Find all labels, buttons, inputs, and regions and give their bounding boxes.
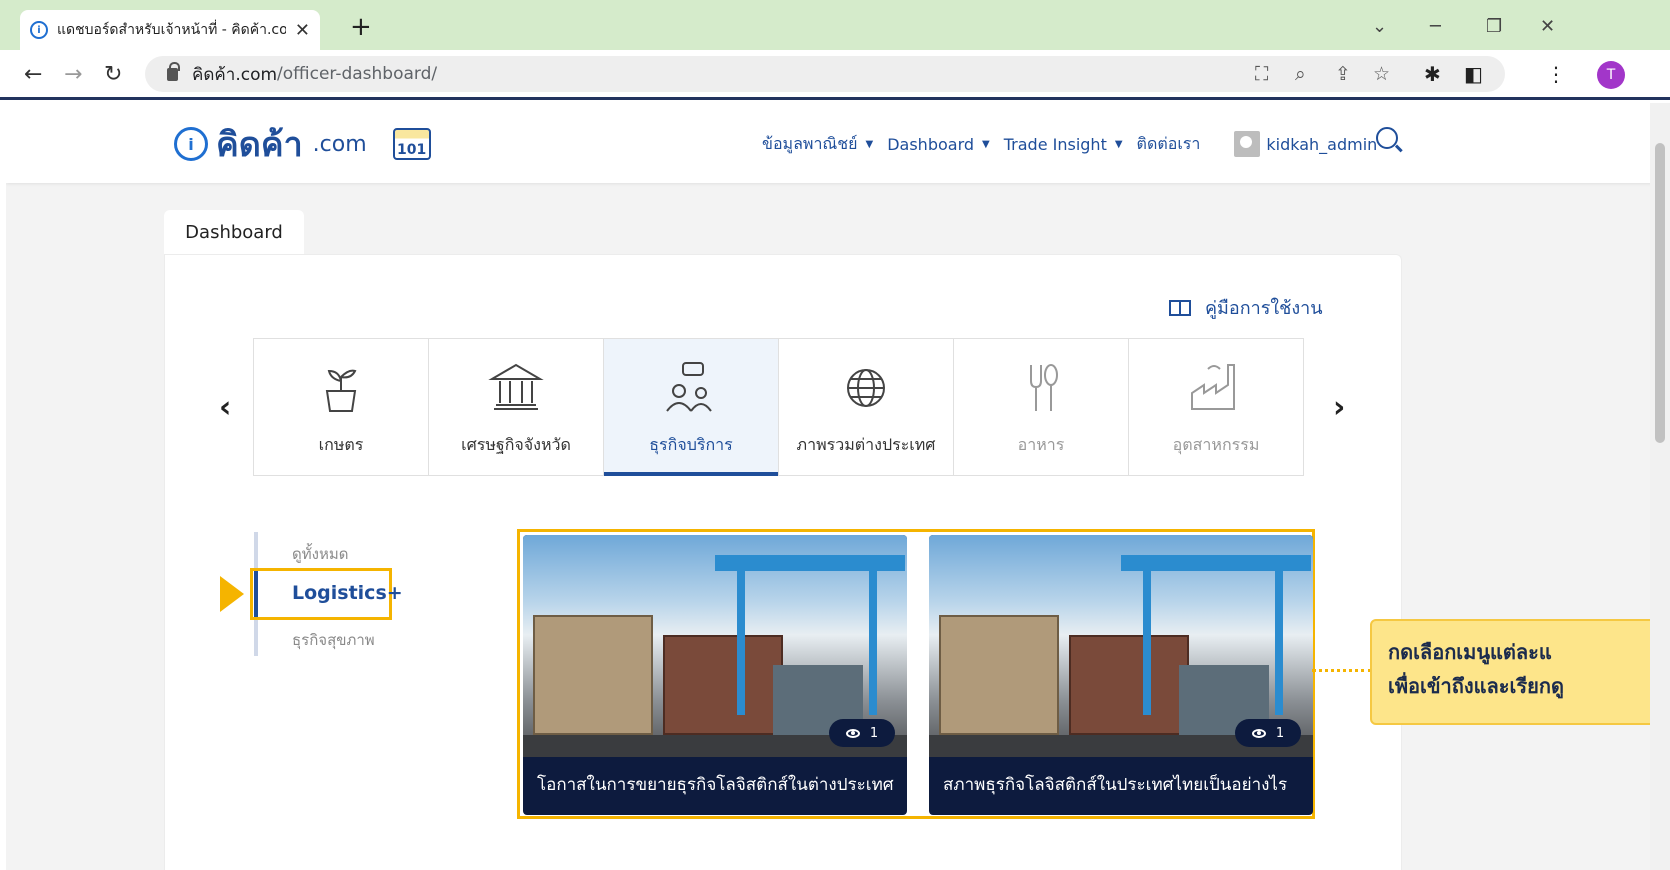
share-icon[interactable]: ⇪: [1335, 63, 1351, 85]
category-service-business[interactable]: ธุรกิจบริการ: [603, 338, 779, 476]
category-industry[interactable]: อุตสาหกรรม: [1128, 338, 1304, 476]
bookmark-star-icon[interactable]: ☆: [1373, 63, 1390, 85]
people-chat-icon: [666, 362, 712, 412]
view-count: 1: [1275, 725, 1285, 741]
site-favicon-icon: i: [30, 21, 48, 39]
callout-connector: [1312, 669, 1372, 672]
category-label: อุตสาหกรรม: [1172, 435, 1260, 454]
url-path: /officer-dashboard/: [277, 64, 438, 84]
carousel-prev-icon[interactable]: ‹: [219, 390, 231, 425]
government-building-icon: [488, 363, 544, 410]
category-label: ภาพรวมต่างประเทศ: [796, 435, 936, 454]
page-viewport: i คิดค้า .com 101 ข้อมูลพาณิชย์ ▼ Dashboa…: [6, 103, 1660, 870]
profile-avatar[interactable]: T: [1597, 61, 1625, 89]
category-label: ธุรกิจบริการ: [649, 435, 733, 454]
url-domain: คิดค้า.com: [192, 64, 278, 85]
main-nav: ข้อมูลพาณิชย์ ▼ Dashboard ▼ Trade Insight ▼…: [762, 131, 1377, 157]
subnav-item-logistics[interactable]: Logistics+: [292, 582, 403, 604]
nav-label: Dashboard: [887, 134, 975, 154]
close-window-icon[interactable]: ✕: [1540, 16, 1555, 37]
side-panel-icon[interactable]: ◧: [1464, 62, 1483, 86]
callout-line-1: กดเลือกเมนูแต่ละแ: [1388, 640, 1552, 664]
view-count: 1: [869, 725, 879, 741]
caret-down-icon: ▼: [982, 138, 990, 150]
category-food[interactable]: อาหาร: [953, 338, 1129, 476]
category-label: เกษตร: [318, 435, 364, 454]
instruction-callout: กดเลือกเมนูแต่ละแ เพื่อเข้าถึงและเรียกดู: [1370, 619, 1660, 725]
user-manual-link[interactable]: คู่มือการใช้งาน: [1169, 293, 1323, 322]
browser-menu-icon[interactable]: ⋮: [1546, 62, 1566, 86]
extensions-puzzle-icon[interactable]: ✱: [1424, 62, 1441, 86]
logo-suffix: .com: [312, 131, 367, 157]
nav-label: Trade Insight: [1003, 134, 1107, 154]
logo-text: คิดค้า: [216, 125, 303, 165]
new-tab-icon[interactable]: +: [350, 14, 372, 40]
factory-icon: [1191, 364, 1235, 410]
scrollbar-thumb[interactable]: [1655, 143, 1665, 443]
nav-label: ติดต่อเรา: [1136, 133, 1201, 153]
category-carousel: เกษตร เศรษฐกิจจังหวัด ธุรกิจบริการ ภาพรว…: [253, 338, 1304, 476]
callout-line-2: เพื่อเข้าถึงและเรียกดู: [1388, 674, 1564, 698]
highlighted-cards-frame: 1 โอกาสในการขยายธุรกิจโลจิสติกส์ในต่างปร…: [517, 529, 1315, 819]
avatar: [1234, 131, 1261, 157]
reload-icon[interactable]: ↻: [104, 62, 122, 87]
category-label: อาหาร: [1017, 435, 1065, 454]
nav-item-contact[interactable]: ติดต่อเรา: [1137, 132, 1201, 157]
globe-icon: [847, 369, 885, 407]
minimize-icon[interactable]: ─: [1430, 16, 1441, 37]
username: kidkah_admin: [1266, 134, 1378, 154]
translate-icon[interactable]: ⛶: [1255, 63, 1268, 85]
site-logo[interactable]: i คิดค้า .com 101: [174, 117, 431, 171]
plant-icon: [325, 369, 357, 412]
nav-item-dashboard[interactable]: Dashboard ▼: [887, 135, 990, 154]
forward-icon[interactable]: →: [64, 62, 82, 87]
address-bar-row: ← → ↻ คิดค้า.com /officer-dashboard/ ⛶ ⌕…: [0, 50, 1670, 100]
nav-label: ข้อมูลพาณิชย์: [762, 133, 858, 153]
zoom-icon[interactable]: ⌕: [1295, 63, 1306, 85]
page-scrollbar[interactable]: [1650, 103, 1670, 870]
tab-title: แดชบอร์ดสำหรับเจ้าหน้าที่ - คิดค้า.com: [57, 22, 286, 38]
category-foreign-overview[interactable]: ภาพรวมต่างประเทศ: [778, 338, 954, 476]
browser-tab-strip: i แดชบอร์ดสำหรับเจ้าหน้าที่ - คิดค้า.com…: [0, 0, 1670, 50]
ministry-seal-logo: 101: [392, 128, 431, 160]
site-header: i คิดค้า .com 101 ข้อมูลพาณิชย์ ▼ Dashboa…: [6, 103, 1660, 183]
search-icon[interactable]: [1376, 127, 1398, 149]
logo-bulb-icon: i: [174, 127, 208, 161]
nav-item-trade-insight[interactable]: Trade Insight ▼: [1004, 135, 1123, 154]
category-agriculture[interactable]: เกษตร: [253, 338, 429, 476]
manual-label: คู่มือการใช้งาน: [1205, 298, 1323, 319]
carousel-next-icon[interactable]: ›: [1333, 390, 1345, 425]
card-title: โอกาสในการขยายธุรกิจโลจิสติกส์ในต่างประเ…: [537, 775, 894, 795]
nav-item-commerce-data[interactable]: ข้อมูลพาณิชย์ ▼: [762, 132, 873, 157]
article-card[interactable]: 1 โอกาสในการขยายธุรกิจโลจิสติกส์ในต่างปร…: [523, 535, 907, 815]
book-icon: [1169, 299, 1191, 316]
tab-search-chevron-icon[interactable]: ⌄: [1372, 16, 1387, 37]
view-count-badge: 1: [829, 719, 895, 747]
subnav-item-health-business[interactable]: ธุรกิจสุขภาพ: [292, 628, 375, 652]
caret-down-icon: ▼: [1114, 138, 1123, 150]
close-tab-icon[interactable]: ✕: [295, 20, 310, 41]
lock-icon: [167, 61, 180, 81]
back-icon[interactable]: ←: [24, 62, 42, 87]
dashboard-panel: คู่มือการใช้งาน ‹ เกษตร เศรษฐกิจจังหวัด: [164, 254, 1402, 870]
highlight-pointer-arrow: [220, 576, 244, 612]
article-card[interactable]: 1 สภาพธุรกิจโลจิสติกส์ในประเทศไทยเป็นอย่…: [929, 535, 1313, 815]
eye-icon: [845, 728, 860, 738]
subnav-item-all[interactable]: ดูทั้งหมด: [292, 542, 348, 566]
card-title: สภาพธุรกิจโลจิสติกส์ในประเทศไทยเป็นอย่าง…: [943, 775, 1288, 795]
browser-tab[interactable]: i แดชบอร์ดสำหรับเจ้าหน้าที่ - คิดค้า.com…: [20, 10, 320, 50]
tab-dashboard[interactable]: Dashboard: [164, 210, 304, 254]
caret-down-icon: ▼: [865, 138, 874, 150]
view-count-badge: 1: [1235, 719, 1301, 747]
fork-spoon-icon: [1030, 364, 1058, 411]
category-label: เศรษฐกิจจังหวัด: [461, 435, 571, 454]
restore-icon[interactable]: ❐: [1486, 16, 1502, 37]
category-provincial-economy[interactable]: เศรษฐกิจจังหวัด: [428, 338, 604, 476]
url-field[interactable]: คิดค้า.com /officer-dashboard/ ⛶ ⌕ ⇪ ☆: [145, 56, 1505, 92]
eye-icon: [1251, 728, 1266, 738]
user-menu[interactable]: kidkah_admin: [1234, 131, 1377, 157]
